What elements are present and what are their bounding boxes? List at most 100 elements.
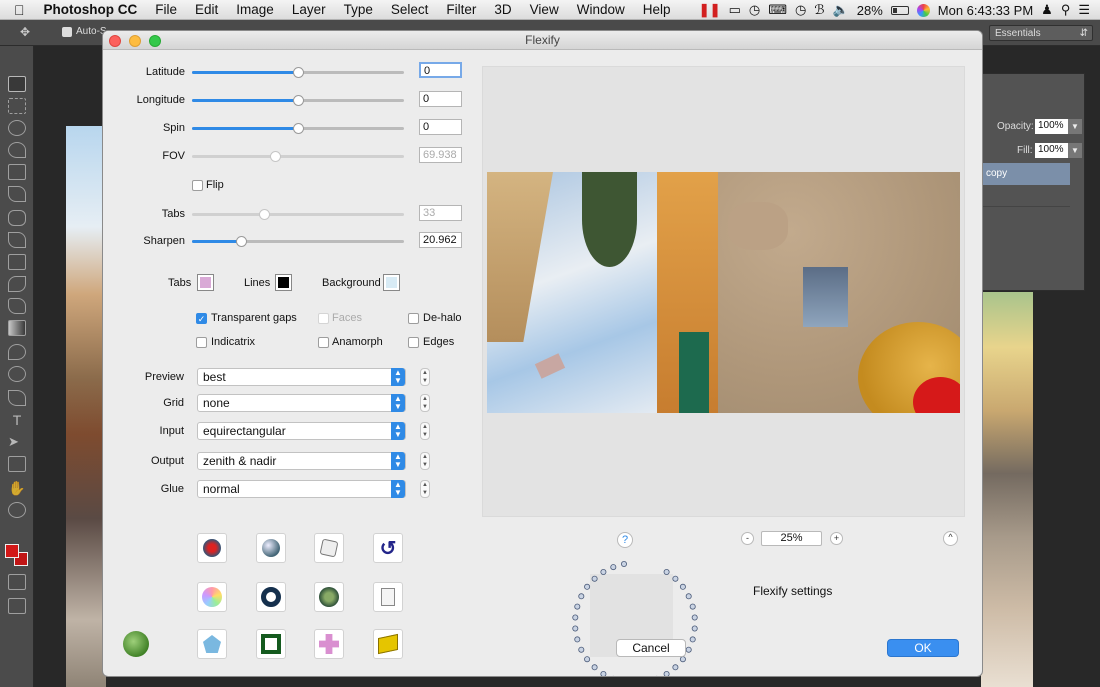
navigator-ring-dot[interactable] (591, 575, 598, 582)
layer-row[interactable] (982, 185, 1070, 207)
navigator-ring-dot[interactable] (574, 603, 581, 610)
navigator-ring-dot[interactable] (591, 664, 598, 671)
battery-icon[interactable] (890, 5, 909, 15)
menu-image[interactable]: Image (227, 2, 283, 17)
tabs-slider-thumb[interactable] (259, 209, 271, 220)
menu-edit[interactable]: Edit (186, 2, 227, 17)
navigator-ring-dot[interactable] (572, 614, 579, 621)
spin-slider[interactable] (192, 123, 404, 134)
app-name-menu[interactable]: Photoshop CC (35, 2, 147, 17)
faces-checkbox[interactable] (318, 313, 329, 324)
navigator-ring-dot[interactable] (689, 636, 696, 643)
sharpen-slider-thumb[interactable] (235, 236, 247, 247)
navigator-ring-dot[interactable] (685, 646, 692, 653)
longitude-field[interactable]: 0 (419, 91, 462, 107)
grid-select[interactable]: none ▲ ▼ (197, 394, 406, 412)
navigator-ring-dot[interactable] (691, 614, 698, 621)
preset-frame-icon[interactable] (256, 629, 286, 659)
navigator-ring-dot[interactable] (574, 636, 581, 643)
minimize-window-icon[interactable] (129, 35, 141, 47)
zoom-level-field[interactable]: 25% (761, 531, 822, 546)
navigator-ring-dot[interactable] (610, 564, 617, 571)
navigator-ring[interactable] (569, 561, 702, 676)
navigator-ring-dot[interactable] (689, 603, 696, 610)
pen-tool[interactable] (8, 390, 26, 406)
longitude-slider-thumb[interactable] (293, 95, 304, 106)
lasso-tool[interactable] (8, 120, 26, 136)
zoom-window-icon[interactable] (149, 35, 161, 47)
opacity-dropdown-icon[interactable]: ▼ (1068, 119, 1082, 134)
menu-type[interactable]: Type (335, 2, 382, 17)
menu-select[interactable]: Select (382, 2, 438, 17)
output-select[interactable]: zenith & nadir ▲ ▼ (197, 452, 406, 470)
user-icon[interactable]: ♟ (1041, 2, 1053, 18)
marquee-tool[interactable] (8, 98, 26, 114)
sharpen-field[interactable]: 20.962 (419, 232, 462, 248)
preview-stepper[interactable]: ▲ ▼ (420, 368, 430, 386)
fov-field[interactable]: 69.938 (419, 147, 462, 163)
close-window-icon[interactable] (109, 35, 121, 47)
menu-file[interactable]: File (146, 2, 186, 17)
ok-button[interactable]: OK (887, 639, 959, 657)
input-select[interactable]: equirectangular ▲ ▼ (197, 422, 406, 440)
eraser-tool[interactable] (8, 298, 26, 314)
spin-slider-thumb[interactable] (293, 123, 304, 134)
anamorph-checkbox[interactable] (318, 337, 329, 348)
eyedropper-tool[interactable] (8, 186, 26, 202)
preset-cube-icon[interactable] (373, 629, 403, 659)
indicatrix-checkbox[interactable] (196, 337, 207, 348)
menu-view[interactable]: View (521, 2, 568, 17)
preset-page-icon[interactable] (373, 582, 403, 612)
menu-window[interactable]: Window (568, 2, 634, 17)
cancel-button[interactable]: Cancel (616, 639, 686, 657)
auto-select-checkbox[interactable] (62, 27, 72, 37)
path-select-tool[interactable]: ➤ (8, 434, 26, 450)
fill-field[interactable]: 100% (1035, 143, 1071, 158)
preset-sphere-icon[interactable] (256, 533, 286, 563)
preset-undo-icon[interactable]: ↺ (373, 533, 403, 563)
preset-dice-icon[interactable] (314, 533, 344, 563)
spotlight-search-icon[interactable]: ⚲ (1061, 2, 1071, 18)
latitude-slider[interactable] (192, 67, 404, 78)
tabs-slider[interactable] (192, 209, 404, 220)
clone-stamp-tool[interactable] (8, 254, 26, 270)
airplay-icon[interactable]: ▭ (729, 2, 741, 18)
navigator-ring-dot[interactable] (600, 671, 607, 676)
move-tool-icon[interactable]: ✥ (20, 25, 30, 39)
edges-checkbox[interactable] (408, 337, 419, 348)
volume-icon[interactable]: 🔈 (833, 2, 849, 18)
navigator-ring-dot[interactable] (584, 583, 591, 590)
zoom-out-button[interactable]: - (741, 532, 754, 545)
keyboard-icon[interactable]: ⌨ (768, 2, 787, 18)
sharpen-slider[interactable] (192, 236, 404, 247)
latitude-slider-thumb[interactable] (293, 67, 304, 78)
color-picker-icon[interactable] (916, 3, 930, 17)
fov-slider-thumb[interactable] (269, 151, 281, 162)
preset-play-icon[interactable] (197, 533, 227, 563)
zoom-tool[interactable] (8, 502, 26, 518)
layer-row-selected[interactable]: copy (982, 163, 1070, 185)
navigator-ring-dot[interactable] (572, 625, 579, 632)
hand-tool[interactable]: ✋ (8, 480, 26, 496)
navigator-ring-dot[interactable] (578, 646, 585, 653)
glue-stepper[interactable]: ▲ ▼ (420, 480, 430, 498)
healing-brush-tool[interactable] (8, 210, 26, 226)
menu-help[interactable]: Help (634, 2, 680, 17)
workspace-select[interactable]: Essentials ⇵ (989, 25, 1093, 41)
navigator-ring-dot[interactable] (672, 664, 679, 671)
collapse-button[interactable]: ^ (943, 531, 958, 546)
brush-tool[interactable] (8, 232, 26, 248)
navigator-ring-dot[interactable] (663, 568, 670, 575)
preview-select[interactable]: best ▲ ▼ (197, 368, 406, 386)
grid-stepper[interactable]: ▲ ▼ (420, 394, 430, 412)
bluetooth-icon[interactable]: ℬ (814, 2, 824, 18)
navigator-ring-dot[interactable] (621, 561, 628, 567)
preset-kaleidoscope-icon[interactable] (197, 582, 227, 612)
dialog-titlebar[interactable]: Flexify (103, 31, 982, 50)
quick-select-tool[interactable] (8, 142, 26, 158)
battery-percent[interactable]: 28% (857, 3, 883, 18)
navigator-ring-dot[interactable] (685, 593, 692, 600)
navigator-ring-dot[interactable] (663, 671, 670, 676)
tabs-field[interactable]: 33 (419, 205, 462, 221)
lines-color-swatch[interactable] (275, 274, 292, 291)
